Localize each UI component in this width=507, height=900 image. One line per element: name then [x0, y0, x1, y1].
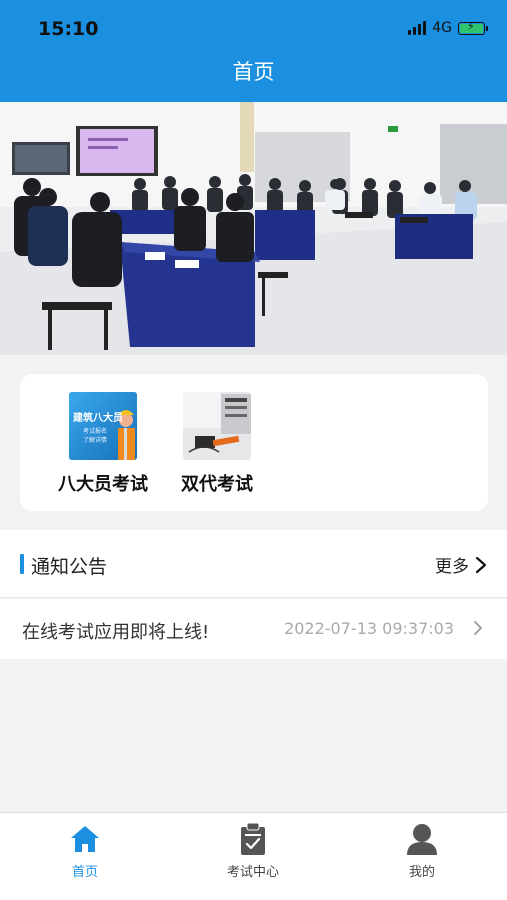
notice-item-date: 2022-07-13 09:37:03	[284, 619, 454, 638]
notice-header: 通知公告 更多	[0, 530, 507, 598]
status-indicators: 4G	[408, 20, 488, 36]
notice-item-text: 在线考试应用即将上线!	[22, 622, 210, 643]
exam-thumb-bada: 建筑八大员 考试报名 了解详情	[69, 392, 137, 460]
exam-entry-shuangdai[interactable]: 双代考试	[167, 392, 267, 496]
tab-home[interactable]: 首页	[25, 821, 145, 880]
exam-entry-card: 建筑八大员 考试报名 了解详情 八大员考试 双代考试	[20, 374, 488, 511]
tab-exam-center[interactable]: 考试中心	[193, 821, 313, 880]
exam-label-shuangdai: 双代考试	[181, 474, 253, 495]
thumb-title: 建筑八大员	[72, 411, 123, 424]
exam-entry-bada[interactable]: 建筑八大员 考试报名 了解详情 八大员考试	[53, 392, 153, 496]
banner-carousel[interactable]	[0, 102, 507, 355]
user-icon	[407, 824, 437, 855]
exam-label-bada: 八大员考试	[58, 474, 148, 495]
svg-text:考试报名: 考试报名	[83, 427, 107, 435]
clipboard-icon	[241, 822, 265, 855]
battery-icon	[458, 20, 488, 35]
notice-accent-bar	[20, 554, 24, 574]
status-time: 15:10	[38, 18, 99, 40]
signal-icon	[408, 21, 427, 35]
chevron-right-icon	[474, 621, 482, 635]
app-header: 15:10 4G 首页	[0, 0, 507, 102]
more-label: 更多	[435, 557, 469, 577]
banner-photo	[0, 102, 507, 355]
network-type: 4G	[432, 20, 452, 36]
exam-thumb-shuangdai	[183, 392, 251, 460]
svg-text:了解详情: 了解详情	[83, 436, 107, 444]
more-link[interactable]: 更多	[435, 552, 487, 577]
bottom-tab-bar: 首页 考试中心 我的	[0, 812, 507, 900]
tab-mine[interactable]: 我的	[362, 821, 482, 880]
tab-label-home: 首页	[71, 865, 98, 880]
page-title: 首页	[232, 60, 275, 84]
chevron-right-icon	[475, 556, 487, 573]
notice-title: 通知公告	[31, 556, 108, 578]
tab-label-mine: 我的	[408, 865, 435, 880]
tab-label-exam-center: 考试中心	[226, 865, 279, 880]
notice-item[interactable]: 在线考试应用即将上线! 2022-07-13 09:37:03	[0, 599, 507, 659]
home-icon	[71, 826, 99, 852]
